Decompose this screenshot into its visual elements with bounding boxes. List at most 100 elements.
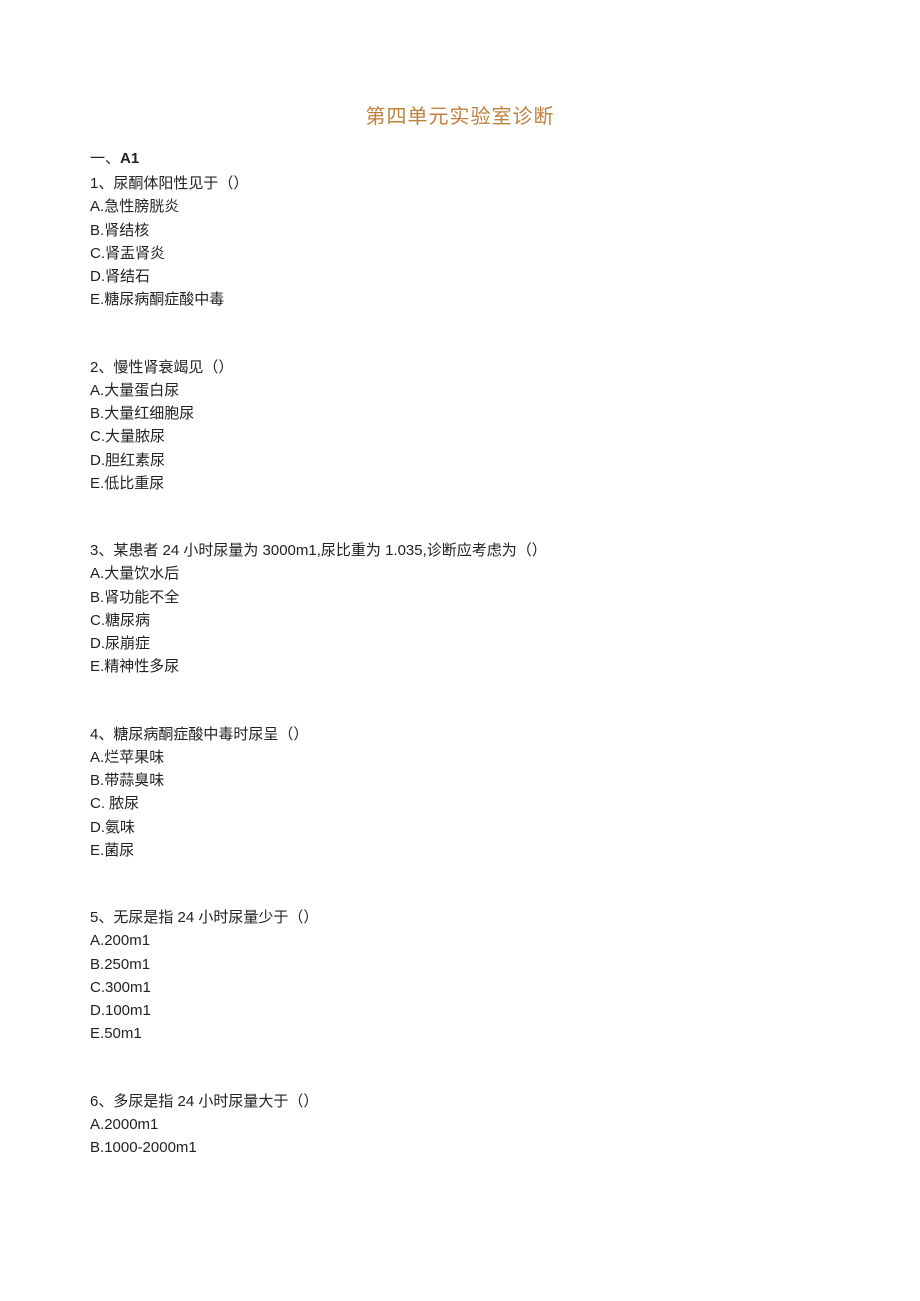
option-text: 精神性多尿 (104, 658, 179, 675)
section-prefix: 一、 (90, 150, 120, 167)
option-text: 大量脓尿 (105, 428, 165, 445)
option-line: A.大量蛋白尿 (90, 379, 830, 402)
option-line: A.烂苹果味 (90, 746, 830, 769)
question-stem: 3、某患者 24 小时尿量为 3000m1,尿比重为 1.035,诊断应考虑为（… (90, 539, 830, 562)
question-text: 某患者 24 小时尿量为 3000m1,尿比重为 1.035,诊断应考虑为（） (113, 542, 546, 559)
question-number: 6、 (90, 1093, 113, 1110)
option-prefix: D. (90, 452, 105, 469)
question-text: 尿酮体阳性见于（） (113, 175, 248, 192)
option-text: 250m1 (104, 956, 150, 973)
option-line: D.胆红素尿 (90, 449, 830, 472)
option-prefix: B. (90, 772, 104, 789)
option-line: D.尿崩症 (90, 632, 830, 655)
option-text: 大量红细胞尿 (104, 405, 194, 422)
option-text: 肾盂肾炎 (105, 245, 165, 262)
option-text: 100m1 (105, 1002, 151, 1019)
document-page: 第四单元实验室诊断 一、A1 1、尿酮体阳性见于（） A.急性膀胱炎 B.肾结核… (0, 0, 920, 1263)
option-prefix: B. (90, 405, 104, 422)
option-prefix: A. (90, 1116, 104, 1133)
option-line: A.200m1 (90, 929, 830, 952)
question-block: 2、慢性肾衰竭见（） A.大量蛋白尿 B.大量红细胞尿 C.大量脓尿 D.胆红素… (90, 356, 830, 496)
question-text: 多尿是指 24 小时尿量大于（） (113, 1093, 318, 1110)
option-line: D.肾结石 (90, 265, 830, 288)
option-prefix: E. (90, 1025, 104, 1042)
option-prefix: B. (90, 1139, 104, 1156)
question-block: 3、某患者 24 小时尿量为 3000m1,尿比重为 1.035,诊断应考虑为（… (90, 539, 830, 679)
question-block: 5、无尿是指 24 小时尿量少于（） A.200m1 B.250m1 C.300… (90, 906, 830, 1046)
question-stem: 5、无尿是指 24 小时尿量少于（） (90, 906, 830, 929)
option-line: E.菌尿 (90, 839, 830, 862)
option-line: A.急性膀胱炎 (90, 195, 830, 218)
option-line: D.氨味 (90, 816, 830, 839)
option-line: A.大量饮水后 (90, 562, 830, 585)
option-text: 肾结核 (104, 222, 149, 239)
section-header: 一、A1 (90, 147, 830, 168)
option-prefix: A. (90, 749, 104, 766)
option-text: 200m1 (104, 932, 150, 949)
option-text: 带蒜臭味 (104, 772, 164, 789)
option-prefix: E. (90, 842, 104, 859)
question-number: 1、 (90, 175, 113, 192)
option-text: 2000m1 (104, 1116, 158, 1133)
option-text: 急性膀胱炎 (104, 198, 179, 215)
option-text: 大量饮水后 (104, 565, 179, 582)
option-prefix: A. (90, 565, 104, 582)
option-prefix: B. (90, 956, 104, 973)
option-line: B.250m1 (90, 953, 830, 976)
option-line: E.精神性多尿 (90, 655, 830, 678)
option-text: 低比重尿 (104, 475, 164, 492)
question-block: 1、尿酮体阳性见于（） A.急性膀胱炎 B.肾结核 C.肾盂肾炎 D.肾结石 E… (90, 172, 830, 312)
question-stem: 1、尿酮体阳性见于（） (90, 172, 830, 195)
question-stem: 2、慢性肾衰竭见（） (90, 356, 830, 379)
option-text: 糖尿病 (105, 612, 150, 629)
option-text: 菌尿 (104, 842, 134, 859)
option-prefix: D. (90, 1002, 105, 1019)
option-text: 300m1 (105, 979, 151, 996)
option-prefix: C. (90, 428, 105, 445)
question-number: 4、 (90, 726, 113, 743)
option-prefix: A. (90, 198, 104, 215)
option-text: 糖尿病酮症酸中毒 (104, 291, 224, 308)
option-prefix: C. (90, 612, 105, 629)
option-prefix: C. (90, 979, 105, 996)
option-prefix: E. (90, 475, 104, 492)
question-number: 2、 (90, 359, 113, 376)
option-line: C.糖尿病 (90, 609, 830, 632)
question-block: 6、多尿是指 24 小时尿量大于（） A.2000m1 B.1000-2000m… (90, 1090, 830, 1160)
option-text: 肾结石 (105, 268, 150, 285)
option-text: 烂苹果味 (104, 749, 164, 766)
option-line: C. 脓尿 (90, 792, 830, 815)
option-line: E.低比重尿 (90, 472, 830, 495)
option-line: B.肾功能不全 (90, 586, 830, 609)
option-line: E.糖尿病酮症酸中毒 (90, 288, 830, 311)
option-text: 尿崩症 (105, 635, 150, 652)
option-prefix: A. (90, 382, 104, 399)
option-prefix: C. (90, 795, 109, 812)
option-text: 50m1 (104, 1025, 142, 1042)
question-block: 4、糖尿病酮症酸中毒时尿呈（） A.烂苹果味 B.带蒜臭味 C. 脓尿 D.氨味… (90, 723, 830, 863)
section-label: A1 (120, 150, 139, 167)
question-text: 糖尿病酮症酸中毒时尿呈（） (113, 726, 308, 743)
question-number: 5、 (90, 909, 113, 926)
option-line: B.1000-2000m1 (90, 1136, 830, 1159)
option-prefix: B. (90, 589, 104, 606)
question-text: 慢性肾衰竭见（） (113, 359, 233, 376)
option-prefix: D. (90, 268, 105, 285)
question-stem: 4、糖尿病酮症酸中毒时尿呈（） (90, 723, 830, 746)
option-text: 胆红素尿 (105, 452, 165, 469)
question-stem: 6、多尿是指 24 小时尿量大于（） (90, 1090, 830, 1113)
question-text: 无尿是指 24 小时尿量少于（） (113, 909, 318, 926)
page-title: 第四单元实验室诊断 (90, 100, 830, 129)
option-line: D.100m1 (90, 999, 830, 1022)
option-line: C.300m1 (90, 976, 830, 999)
option-line: C.肾盂肾炎 (90, 242, 830, 265)
option-prefix: D. (90, 819, 105, 836)
option-prefix: E. (90, 658, 104, 675)
option-line: B.带蒜臭味 (90, 769, 830, 792)
option-prefix: B. (90, 222, 104, 239)
option-line: C.大量脓尿 (90, 425, 830, 448)
option-text: 1000-2000m1 (104, 1139, 197, 1156)
option-line: E.50m1 (90, 1022, 830, 1045)
option-text: 氨味 (105, 819, 135, 836)
option-text: 肾功能不全 (104, 589, 179, 606)
